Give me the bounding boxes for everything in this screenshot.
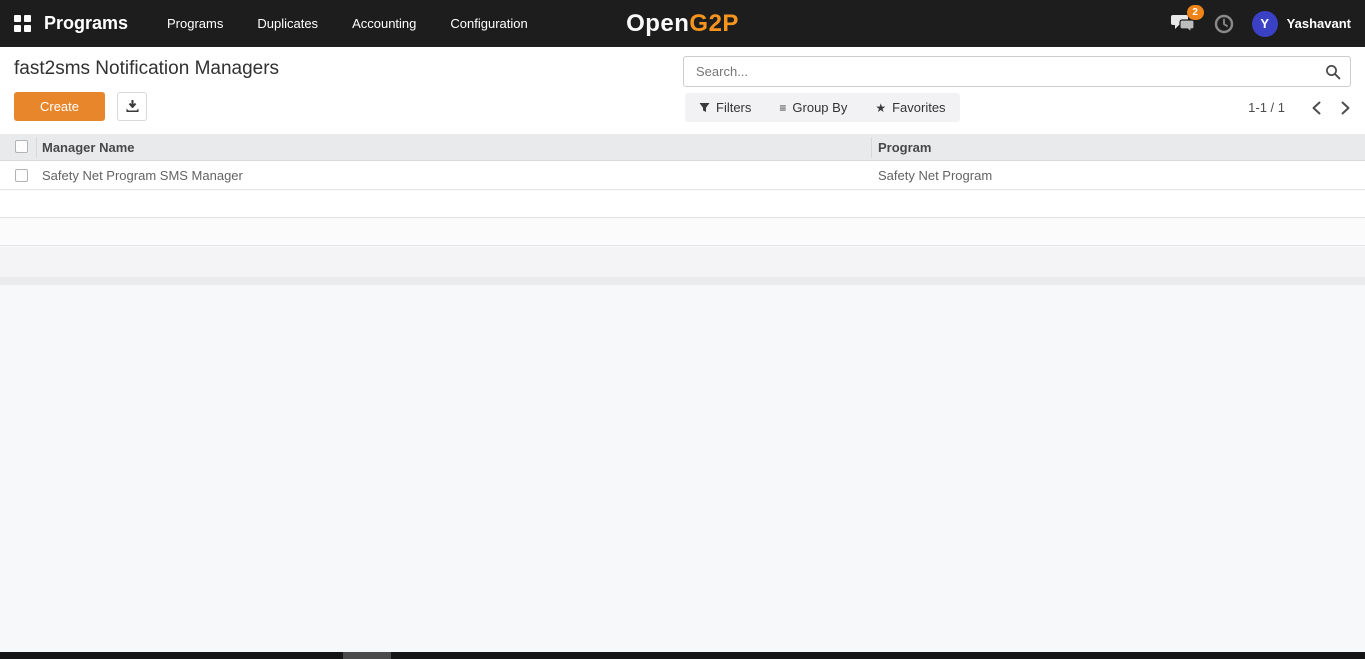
column-divider: [36, 137, 37, 158]
row-checkbox[interactable]: [15, 169, 28, 182]
pager-next-button[interactable]: [1340, 101, 1351, 115]
top-navbar: Programs Programs Duplicates Accounting …: [0, 0, 1365, 47]
list-footer-band: [0, 247, 1365, 277]
chevron-right-icon: [1341, 101, 1350, 114]
avatar: Y: [1251, 10, 1278, 37]
pager-range: 1-1 / 1: [1248, 100, 1285, 115]
apps-grid-square: [24, 25, 31, 32]
list-footer-shadow: [0, 277, 1365, 285]
filters-button[interactable]: Filters: [699, 100, 751, 115]
navbar-right-cluster: 2 Y Yashavant: [1170, 0, 1351, 47]
column-header-program[interactable]: Program: [878, 134, 931, 161]
user-name: Yashavant: [1286, 16, 1351, 31]
bottom-scrollbar-thumb[interactable]: [343, 652, 391, 659]
search-options-bar: Filters ≡ Group By ★ Favorites: [685, 93, 960, 122]
favorites-star-icon: ★: [875, 100, 887, 115]
user-menu[interactable]: Y Yashavant: [1251, 10, 1351, 37]
openg2p-logo: OpenG2P: [626, 0, 739, 47]
favorites-label: Favorites: [892, 100, 946, 115]
nav-item-accounting[interactable]: Accounting: [352, 16, 416, 31]
logo-text-open: Open: [626, 10, 690, 37]
group-by-icon: ≡: [779, 100, 787, 115]
pager: 1-1 / 1: [1248, 93, 1351, 122]
filter-funnel-icon: [699, 103, 710, 112]
chevron-left-icon: [1312, 101, 1321, 114]
control-panel: fast2sms Notification Managers Create Fi…: [0, 47, 1365, 134]
search-input[interactable]: [684, 57, 1350, 86]
content-background: [0, 285, 1365, 652]
download-icon: [126, 100, 138, 112]
page-title: fast2sms Notification Managers: [14, 58, 280, 79]
cell-program[interactable]: Safety Net Program: [878, 161, 992, 190]
table-row[interactable]: Safety Net Program SMS Manager Safety Ne…: [0, 161, 1365, 190]
column-divider: [871, 137, 872, 158]
search-icon[interactable]: [1325, 64, 1341, 85]
filters-label: Filters: [716, 100, 752, 115]
apps-menu-icon[interactable]: [14, 15, 31, 32]
nav-item-duplicates[interactable]: Duplicates: [257, 16, 318, 31]
column-header-manager-name[interactable]: Manager Name: [42, 134, 134, 161]
nav-item-configuration[interactable]: Configuration: [450, 16, 527, 31]
favorites-button[interactable]: ★ Favorites: [875, 100, 945, 115]
pager-previous-button[interactable]: [1311, 101, 1322, 115]
create-button[interactable]: Create: [14, 92, 105, 121]
select-all-checkbox[interactable]: [15, 140, 28, 153]
messages-button[interactable]: 2: [1170, 4, 1204, 37]
activities-button[interactable]: [1214, 14, 1234, 34]
nav-menu: Programs Duplicates Accounting Configura…: [167, 0, 528, 47]
current-app-title[interactable]: Programs: [44, 0, 128, 47]
apps-grid-square: [14, 15, 21, 22]
apps-grid-square: [24, 15, 31, 22]
pager-arrows: [1311, 101, 1351, 115]
export-button[interactable]: [117, 92, 147, 121]
empty-row: [0, 191, 1365, 218]
empty-row: [0, 219, 1365, 246]
search-box: [683, 56, 1351, 87]
unread-messages-badge: 2: [1186, 4, 1204, 20]
group-by-label: Group By: [792, 100, 848, 115]
cell-manager-name[interactable]: Safety Net Program SMS Manager: [42, 161, 243, 190]
apps-grid-square: [14, 25, 21, 32]
clock-icon: [1214, 14, 1233, 33]
group-by-button[interactable]: ≡ Group By: [779, 100, 847, 115]
logo-text-g2p: G2P: [689, 10, 739, 37]
bottom-scrollbar-track: [0, 652, 1365, 659]
list-header: Manager Name Program: [0, 134, 1365, 161]
nav-item-programs[interactable]: Programs: [167, 16, 223, 31]
